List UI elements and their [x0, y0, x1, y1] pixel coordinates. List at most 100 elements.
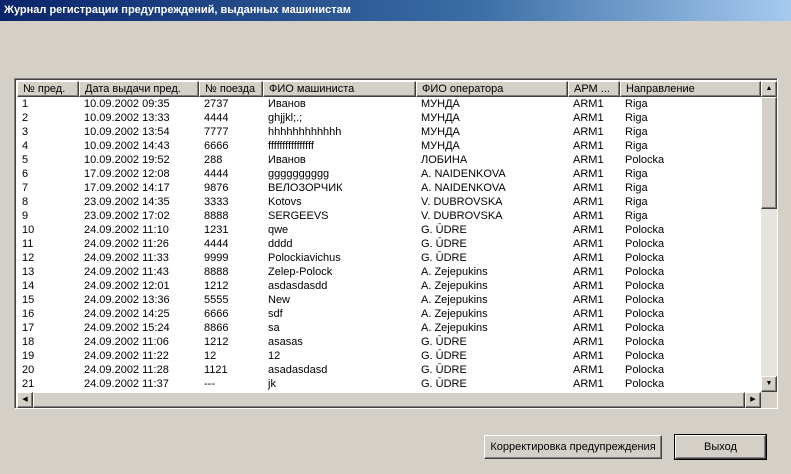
column-header-operator-name[interactable]: ФИО оператора — [416, 81, 568, 97]
col-number: 12 — [22, 252, 35, 264]
table-row[interactable]: 1 10.09.2002 09:35 2737 Иванов МУНДА ARM1 Riga — [17, 97, 761, 111]
col-operator-name: A. Zejepukins — [421, 308, 488, 320]
scroll-down-icon[interactable]: ▼ — [761, 376, 777, 392]
table-row[interactable]: 9 23.09.2002 17:02 8888 SERGEEVS V. DUBROVSK… — [17, 209, 761, 223]
table-row[interactable]: 19 24.09.2002 11:22 12 12 G. ŪDRE ARM1 Polocka — [17, 349, 761, 363]
col-direction: Polocka — [625, 154, 665, 166]
col-issue-date: 10.09.2002 13:54 — [84, 126, 170, 138]
table-row[interactable]: 14 24.09.2002 12:01 1212 asdasdasdd A. Zejep… — [17, 279, 761, 293]
col-direction: Polocka — [625, 308, 665, 320]
table-row[interactable]: 5 10.09.2002 19:52 288 Иванов ЛОБИНА ARM1 Polo… — [17, 153, 761, 167]
column-header-driver-name[interactable]: ФИО машиниста — [263, 81, 416, 97]
col-direction: Riga — [625, 168, 648, 180]
col-train-number: --- — [204, 378, 215, 390]
col-workstation: ARM1 — [573, 280, 604, 292]
table-row[interactable]: 18 24.09.2002 11:06 1212 asasas G. ŪDRE ARM1 P… — [17, 335, 761, 349]
col-issue-date: 24.09.2002 11:28 — [84, 364, 169, 376]
table-row[interactable]: 20 24.09.2002 11:28 1121 asadasdasd G. ŪDRE A… — [17, 363, 761, 377]
table-row[interactable]: 4 10.09.2002 14:43 6666 ffffffffffffffff МУН… — [17, 139, 761, 153]
exit-button[interactable]: Выход — [674, 434, 767, 460]
table-row[interactable]: 10 24.09.2002 11:10 1231 qwe G. ŪDRE ARM1 Polo… — [17, 223, 761, 237]
col-driver-name: ghjjkl;.; — [268, 112, 303, 124]
scroll-right-icon[interactable]: ▶ — [745, 392, 761, 408]
column-header-direction[interactable]: Направление — [620, 81, 761, 97]
col-direction: Riga — [625, 98, 648, 110]
col-workstation: ARM1 — [573, 266, 604, 278]
table-row[interactable]: 3 10.09.2002 13:54 7777 hhhhhhhhhhhh МУНДА AR… — [17, 125, 761, 139]
table-row[interactable]: 6 17.09.2002 12:08 4444 gggggggggg A. NAIDEN… — [17, 167, 761, 181]
col-number: 13 — [22, 266, 35, 278]
table-row[interactable]: 8 23.09.2002 14:35 3333 Kotovs V. DUBROVSKA A… — [17, 195, 761, 209]
table-row[interactable]: 17 24.09.2002 15:24 8866 sa A. Zejepukins ARM… — [17, 321, 761, 335]
col-workstation: ARM1 — [573, 210, 604, 222]
column-header-workstation[interactable]: АРМ ... — [568, 81, 620, 97]
col-issue-date: 24.09.2002 12:01 — [84, 280, 170, 292]
col-train-number: 288 — [204, 154, 223, 166]
col-issue-date: 10.09.2002 09:35 — [84, 98, 170, 110]
table-row[interactable]: 12 24.09.2002 11:33 9999 Polockiavichus G. Ū… — [17, 251, 761, 265]
col-train-number: 4444 — [204, 168, 229, 180]
table-row[interactable]: 7 17.09.2002 14:17 9876 ВЕЛОЗОРЧИК A. NAIDEN… — [17, 181, 761, 195]
col-driver-name: Zelep-Polock — [268, 266, 333, 278]
col-issue-date: 10.09.2002 13:33 — [84, 112, 170, 124]
scroll-left-icon[interactable]: ◀ — [17, 392, 33, 408]
col-direction: Riga — [625, 210, 648, 222]
table-row[interactable]: 2 10.09.2002 13:33 4444 ghjjkl;.; МУНДА ARM1 R… — [17, 111, 761, 125]
horizontal-scrollbar[interactable]: ◀ ▶ — [17, 392, 761, 408]
col-train-number: 2737 — [204, 98, 229, 110]
col-number: 15 — [22, 294, 35, 306]
col-train-number: 9999 — [204, 252, 229, 264]
col-issue-date: 17.09.2002 12:08 — [84, 168, 170, 180]
col-issue-date: 24.09.2002 11:06 — [84, 336, 169, 348]
col-direction: Riga — [625, 126, 648, 138]
col-number: 17 — [22, 322, 35, 334]
col-workstation: ARM1 — [573, 168, 604, 180]
col-direction: Polocka — [625, 224, 665, 236]
col-operator-name: A. NAIDENKOVA — [421, 168, 506, 180]
warnings-table[interactable]: № пред. Дата выдачи пред. № поезда ФИО маши… — [14, 78, 778, 409]
col-workstation: ARM1 — [573, 126, 604, 138]
col-driver-name: dddd — [268, 238, 293, 250]
col-train-number: 7777 — [204, 126, 229, 138]
col-workstation: ARM1 — [573, 252, 604, 264]
table-row[interactable]: 13 24.09.2002 11:43 8888 Zelep-Polock A. Zej… — [17, 265, 761, 279]
table-row[interactable]: 21 24.09.2002 11:37 --- jk G. ŪDRE ARM1 Polock… — [17, 377, 761, 391]
col-issue-date: 24.09.2002 11:33 — [84, 252, 169, 264]
table-row[interactable]: 16 24.09.2002 14:25 6666 sdf A. Zejepukins AR… — [17, 307, 761, 321]
col-issue-date: 10.09.2002 14:43 — [84, 140, 170, 152]
edit-warning-button[interactable]: Корректировка предупреждения — [484, 435, 662, 459]
col-workstation: ARM1 — [573, 364, 604, 376]
column-header-issue-date[interactable]: Дата выдачи пред. — [79, 81, 199, 97]
col-driver-name: qwe — [268, 224, 289, 236]
col-issue-date: 24.09.2002 13:36 — [84, 294, 170, 306]
col-driver-name: ВЕЛОЗОРЧИК — [268, 182, 343, 194]
col-workstation: ARM1 — [573, 336, 604, 348]
col-operator-name: МУНДА — [421, 126, 460, 138]
column-header-train-number[interactable]: № поезда — [199, 81, 263, 97]
col-issue-date: 23.09.2002 14:35 — [84, 196, 170, 208]
table-header: № пред. Дата выдачи пред. № поезда ФИО маши… — [17, 81, 761, 97]
col-operator-name: МУНДА — [421, 112, 460, 124]
col-issue-date: 23.09.2002 17:02 — [84, 210, 170, 222]
horizontal-scroll-thumb[interactable] — [33, 392, 745, 408]
col-operator-name: A. Zejepukins — [421, 266, 488, 278]
scroll-up-icon[interactable]: ▲ — [761, 81, 777, 97]
col-direction: Polocka — [625, 350, 665, 362]
vertical-scroll-thumb[interactable] — [761, 97, 777, 209]
column-header-number[interactable]: № пред. — [17, 81, 79, 97]
col-train-number: 8888 — [204, 210, 229, 222]
col-number: 6 — [22, 168, 29, 180]
col-driver-name: sdf — [268, 308, 283, 320]
col-direction: Riga — [625, 196, 648, 208]
col-driver-name: New — [268, 294, 291, 306]
vertical-scrollbar[interactable]: ▲ ▼ — [761, 81, 777, 392]
col-direction: Polocka — [625, 252, 665, 264]
col-number: 18 — [22, 336, 35, 348]
col-train-number: 5555 — [204, 294, 229, 306]
table-row[interactable]: 11 24.09.2002 11:26 4444 dddd G. ŪDRE ARM1 Pol… — [17, 237, 761, 251]
col-train-number: 9876 — [204, 182, 229, 194]
col-driver-name: Kotovs — [268, 196, 302, 208]
col-workstation: ARM1 — [573, 98, 604, 110]
table-row[interactable]: 15 24.09.2002 13:36 5555 New A. Zejepukins AR… — [17, 293, 761, 307]
col-issue-date: 24.09.2002 15:24 — [84, 322, 170, 334]
